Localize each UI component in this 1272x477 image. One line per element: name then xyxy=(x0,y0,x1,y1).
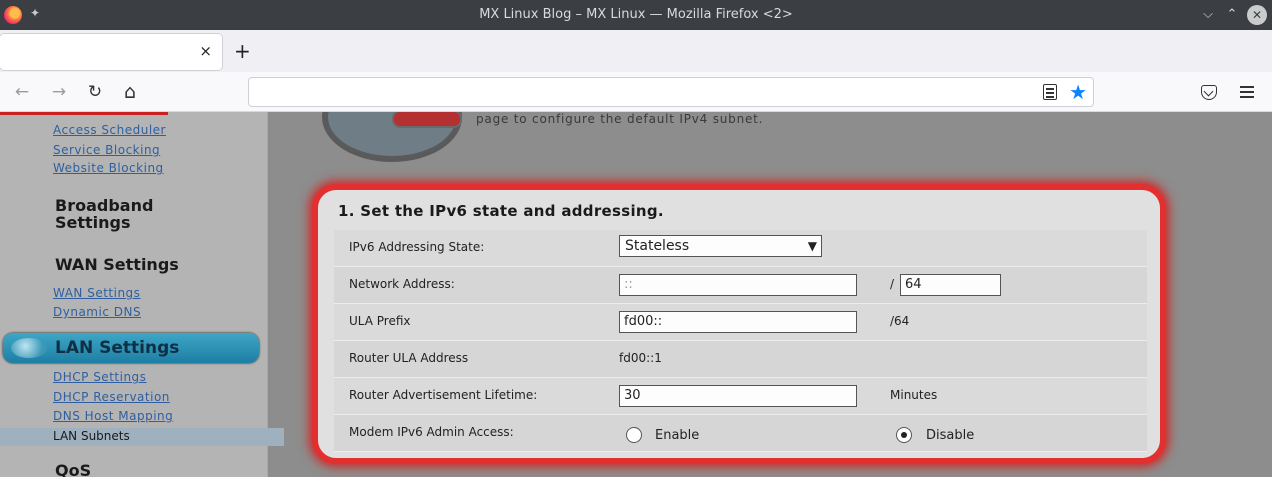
sidebar-item-lan-settings[interactable]: LAN Settings xyxy=(3,333,259,363)
home-icon[interactable]: ⌂ xyxy=(118,80,142,104)
sidebar-link-wan-settings[interactable]: WAN Settings xyxy=(53,286,140,300)
arrow-right-icon[interactable]: → xyxy=(47,80,71,104)
router-ula-value: fd00::1 xyxy=(619,351,662,365)
sidebar-heading-broadband[interactable]: Broadband Settings xyxy=(55,197,153,231)
sidebar-link-dhcp-reservation[interactable]: DHCP Reservation xyxy=(53,390,170,404)
globe-icon xyxy=(11,338,47,358)
page-description: page to configure the default IPv4 subne… xyxy=(476,112,764,126)
ipv6-state-select[interactable]: Stateless ▼ xyxy=(619,235,822,257)
prefix-length-input[interactable]: 64 xyxy=(900,274,1001,296)
sidebar-heading-qos[interactable]: QoS xyxy=(55,462,91,477)
field-label: ULA Prefix xyxy=(349,314,411,328)
reload-icon[interactable]: ↻ xyxy=(83,80,107,104)
ra-lifetime-input[interactable]: 30 xyxy=(619,385,857,407)
ula-prefix-input[interactable]: fd00:: xyxy=(619,311,857,333)
chevron-down-icon: ▼ xyxy=(807,239,817,253)
form-row-admin-access: Modem IPv6 Admin Access: Enable Disable xyxy=(334,415,1147,452)
tab-active[interactable]: × xyxy=(0,34,222,70)
tab-close-icon[interactable]: × xyxy=(199,42,212,60)
field-label: Modem IPv6 Admin Access: xyxy=(349,425,514,439)
form-row-router-ula: Router ULA Address fd00::1 xyxy=(334,341,1147,378)
sidebar-accent-line xyxy=(0,112,168,115)
sidebar-item-label: LAN Subnets xyxy=(53,429,130,443)
page-content: Access Scheduler Service Blocking Websit… xyxy=(0,112,1272,477)
network-address-input[interactable]: :: xyxy=(619,274,857,296)
router-sidebar: Access Scheduler Service Blocking Websit… xyxy=(0,112,284,477)
window-title: MX Linux Blog – MX Linux — Mozilla Firef… xyxy=(479,7,793,22)
field-label: Router Advertisement Lifetime: xyxy=(349,388,538,402)
disable-radio-label[interactable]: Disable xyxy=(926,428,974,443)
form-row-ra-lifetime: Router Advertisement Lifetime: 30 Minute… xyxy=(334,378,1147,415)
url-bar[interactable]: ★ xyxy=(248,77,1094,107)
field-label: Network Address: xyxy=(349,277,455,291)
prefix-separator: / xyxy=(890,277,895,291)
hamburger-menu-icon[interactable] xyxy=(1240,86,1254,101)
section-title: 1. Set the IPv6 state and addressing. xyxy=(338,202,664,220)
arrow-left-icon[interactable]: ← xyxy=(10,80,34,104)
field-label: Router ULA Address xyxy=(349,351,469,365)
sidebar-link-dns-host-mapping[interactable]: DNS Host Mapping xyxy=(53,409,173,423)
sidebar-link-dynamic-dns[interactable]: Dynamic DNS xyxy=(53,305,141,319)
ipv6-settings-form: IPv6 Addressing State: Stateless ▼ Netwo… xyxy=(334,230,1147,452)
tab-strip: × + xyxy=(0,30,1272,72)
disable-radio[interactable] xyxy=(896,427,912,443)
sidebar-item-label: LAN Settings xyxy=(55,338,180,358)
close-icon[interactable]: ✕ xyxy=(1247,5,1267,25)
star-icon[interactable]: ★ xyxy=(1069,80,1087,104)
window-titlebar: ✦ MX Linux Blog – MX Linux — Mozilla Fir… xyxy=(0,0,1272,30)
field-label: IPv6 Addressing State: xyxy=(349,240,485,254)
header-tag xyxy=(392,112,462,128)
enable-radio-label[interactable]: Enable xyxy=(655,428,699,443)
form-row-addressing-state: IPv6 Addressing State: Stateless ▼ xyxy=(334,230,1147,267)
form-row-ula-prefix: ULA Prefix fd00:: /64 xyxy=(334,304,1147,341)
sidebar-link-service-blocking[interactable]: Service Blocking xyxy=(53,143,160,157)
sidebar-link-dhcp-settings[interactable]: DHCP Settings xyxy=(53,370,146,384)
new-tab-button[interactable]: + xyxy=(234,40,251,62)
lifetime-unit: Minutes xyxy=(890,388,938,402)
chevron-down-icon[interactable]: ⌵ xyxy=(1198,5,1218,25)
navigation-toolbar: ← → ↻ ⌂ ★ xyxy=(0,72,1272,112)
header-illustration xyxy=(322,112,462,162)
sidebar-link-website-blocking[interactable]: Website Blocking xyxy=(53,161,164,175)
form-row-network-address: Network Address: :: / 64 xyxy=(334,267,1147,304)
sidebar-link-access-scheduler[interactable]: Access Scheduler xyxy=(53,123,166,137)
sidebar-heading-wan[interactable]: WAN Settings xyxy=(55,256,179,273)
enable-radio[interactable] xyxy=(626,427,642,443)
reader-view-icon[interactable] xyxy=(1043,84,1057,100)
pocket-icon[interactable] xyxy=(1201,85,1217,100)
chevron-up-icon[interactable]: ⌃ xyxy=(1222,5,1242,25)
sidebar-item-lan-subnets[interactable]: LAN Subnets xyxy=(0,428,284,446)
ula-prefix-suffix: /64 xyxy=(890,314,910,328)
